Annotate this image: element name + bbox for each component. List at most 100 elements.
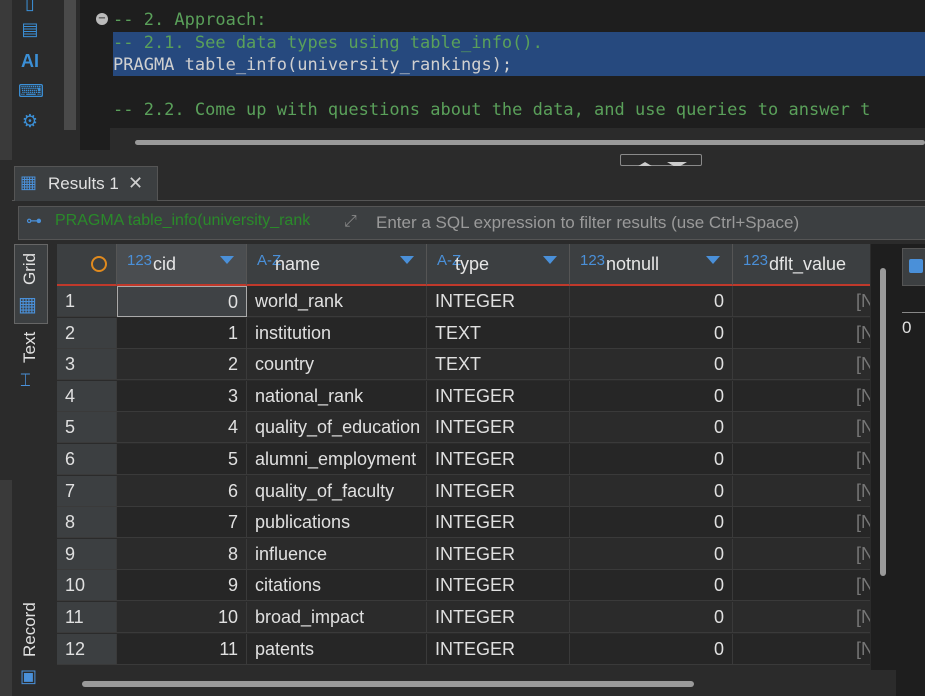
cell-name[interactable]: publications	[247, 507, 427, 539]
cell-cid[interactable]: 0	[117, 286, 247, 317]
panel-splitter[interactable]	[12, 152, 925, 166]
cell-cid[interactable]: 7	[117, 507, 247, 539]
row-number[interactable]: 10	[57, 570, 117, 602]
cell-dflt[interactable]: [N	[733, 538, 870, 570]
ai-icon[interactable]: AI	[18, 49, 42, 73]
cell-name[interactable]: quality_of_education	[247, 412, 427, 444]
row-number[interactable]: 4	[57, 380, 117, 412]
cell-name[interactable]: patents	[247, 633, 427, 665]
cell-name[interactable]: institution	[247, 317, 427, 349]
cell-notnull[interactable]: 0	[570, 602, 733, 633]
cell-notnull[interactable]: 0	[570, 507, 733, 539]
tab-record[interactable]: Record	[20, 602, 40, 657]
row-number[interactable]: 3	[57, 349, 117, 381]
cell-cid[interactable]: 1	[117, 317, 247, 349]
row-number[interactable]: 12	[57, 633, 117, 665]
cell-type[interactable]: INTEGER	[427, 412, 570, 444]
cell-type[interactable]: INTEGER	[427, 475, 570, 507]
cell-dflt[interactable]: [N	[733, 286, 870, 317]
row-number[interactable]: 5	[57, 412, 117, 444]
tab-text[interactable]: Text	[20, 332, 40, 363]
cell-dflt[interactable]: [N	[733, 317, 870, 349]
cell-dflt[interactable]: [N	[733, 412, 870, 444]
cell-name[interactable]: world_rank	[247, 286, 427, 317]
sort-dropdown-icon[interactable]	[220, 256, 234, 264]
editor-hscroll-thumb[interactable]	[135, 140, 925, 145]
cell-notnull[interactable]: 0	[570, 412, 733, 444]
cell-cid[interactable]: 10	[117, 602, 247, 633]
code-line-1[interactable]: -- 2. Approach:	[113, 9, 267, 31]
cell-name[interactable]: alumni_employment	[247, 444, 427, 475]
cell-notnull[interactable]: 0	[570, 317, 733, 349]
column-header-cid[interactable]: 123 cid	[117, 244, 247, 286]
cell-notnull[interactable]: 0	[570, 633, 733, 665]
cell-type[interactable]: INTEGER	[427, 286, 570, 317]
row-number[interactable]: 7	[57, 475, 117, 507]
row-number[interactable]: 8	[57, 507, 117, 539]
cell-cid[interactable]: 8	[117, 538, 247, 570]
cell-cid[interactable]: 3	[117, 380, 247, 412]
column-header-type[interactable]: A-Z type	[427, 244, 570, 286]
column-header-dflt-value[interactable]: 123 dflt_value	[733, 244, 870, 286]
cell-type[interactable]: INTEGER	[427, 602, 570, 633]
document-icon[interactable]: ▯	[18, 0, 42, 16]
column-header-notnull[interactable]: 123 notnull	[570, 244, 733, 286]
code-line-3[interactable]: PRAGMA table_info(university_rankings);	[113, 54, 925, 76]
cell-type[interactable]: INTEGER	[427, 380, 570, 412]
splitter-handle[interactable]	[620, 154, 702, 168]
code-line-5[interactable]: -- 2.2. Come up with questions about the…	[113, 99, 870, 121]
cell-notnull[interactable]: 0	[570, 286, 733, 317]
editor-hscroll[interactable]	[110, 128, 925, 150]
cell-dflt[interactable]: [N	[733, 380, 870, 412]
grid-hscroll-thumb[interactable]	[82, 681, 694, 687]
cell-dflt[interactable]: [N	[733, 602, 870, 633]
panel-toggle-button[interactable]	[902, 248, 925, 286]
close-icon[interactable]: ✕	[128, 173, 143, 194]
script-icon[interactable]: ▤	[18, 18, 42, 42]
cell-type[interactable]: INTEGER	[427, 507, 570, 539]
row-number[interactable]: 9	[57, 538, 117, 570]
expand-icon[interactable]: ⤢	[344, 211, 357, 231]
grid-vscroll-thumb[interactable]	[880, 268, 886, 576]
cell-type[interactable]: INTEGER	[427, 570, 570, 602]
terminal-icon[interactable]: ⌨	[18, 80, 44, 104]
cell-notnull[interactable]: 0	[570, 349, 733, 381]
cell-type[interactable]: INTEGER	[427, 633, 570, 665]
cell-type[interactable]: INTEGER	[427, 538, 570, 570]
cell-cid[interactable]: 2	[117, 349, 247, 381]
cell-cid[interactable]: 6	[117, 475, 247, 507]
select-all-icon[interactable]	[91, 256, 107, 272]
code-line-2[interactable]: -- 2.1. See data types using table_info(…	[113, 32, 925, 54]
cell-dflt[interactable]: [N	[733, 475, 870, 507]
cell-dflt[interactable]: [N	[733, 570, 870, 602]
cell-dflt[interactable]: [N	[733, 507, 870, 539]
row-header-corner[interactable]	[57, 244, 117, 286]
sort-dropdown-icon[interactable]	[706, 256, 720, 264]
sort-dropdown-icon[interactable]	[543, 256, 557, 264]
cell-name[interactable]: citations	[247, 570, 427, 602]
cell-type[interactable]: TEXT	[427, 317, 570, 349]
cell-notnull[interactable]: 0	[570, 380, 733, 412]
cell-cid[interactable]: 4	[117, 412, 247, 444]
cell-notnull[interactable]: 0	[570, 475, 733, 507]
cell-dflt[interactable]: [N	[733, 349, 870, 381]
sql-filter-icon[interactable]: ⊶	[26, 211, 42, 230]
column-header-name[interactable]: A-Z name	[247, 244, 427, 286]
row-number[interactable]: 6	[57, 444, 117, 475]
cell-notnull[interactable]: 0	[570, 570, 733, 602]
cell-name[interactable]: broad_impact	[247, 602, 427, 633]
results-grid[interactable]: 123 cid A-Z name A-Z type 123 notnull 123 dflt_va…	[57, 244, 870, 670]
cell-dflt[interactable]: [N	[733, 633, 870, 665]
cell-cid[interactable]: 9	[117, 570, 247, 602]
cell-notnull[interactable]: 0	[570, 444, 733, 475]
row-number[interactable]: 11	[57, 602, 117, 633]
sort-dropdown-icon[interactable]	[400, 256, 414, 264]
cell-name[interactable]: country	[247, 349, 427, 381]
row-number[interactable]: 1	[57, 286, 117, 317]
cell-notnull[interactable]: 0	[570, 538, 733, 570]
filter-input[interactable]: Enter a SQL expression to filter results…	[376, 213, 799, 233]
settings-icon[interactable]: ⚙	[18, 110, 42, 134]
fold-toggle-icon[interactable]: −	[96, 13, 108, 25]
cell-dflt[interactable]: [N	[733, 444, 870, 475]
cell-type[interactable]: TEXT	[427, 349, 570, 381]
